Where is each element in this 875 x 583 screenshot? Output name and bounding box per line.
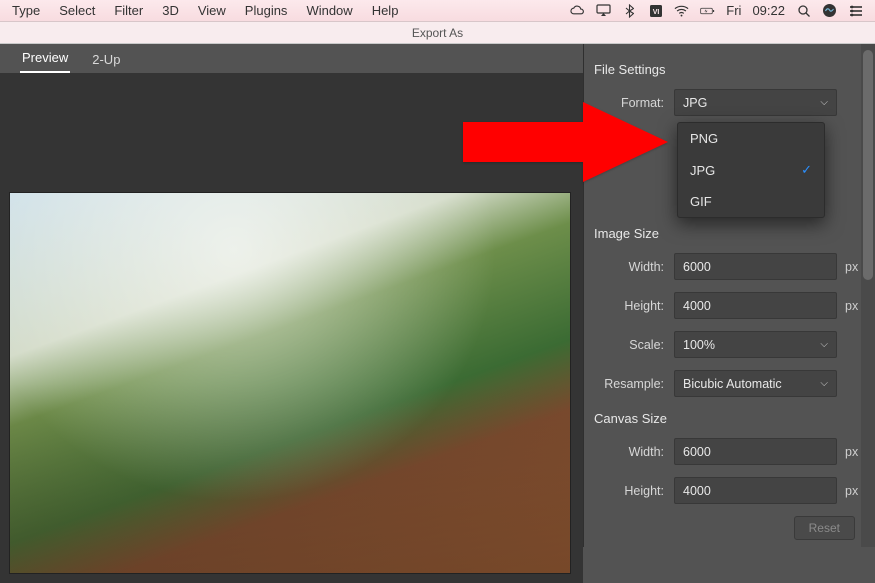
scrollbar-thumb[interactable] bbox=[863, 50, 873, 280]
macos-menubar: Type Select Filter 3D View Plugins Windo… bbox=[0, 0, 875, 22]
chevron-down-icon: ⌵ bbox=[820, 339, 828, 350]
canvas-height-unit: px bbox=[837, 484, 861, 498]
format-value: JPG bbox=[683, 96, 707, 110]
cloud-icon[interactable] bbox=[570, 3, 585, 18]
menu-help[interactable]: Help bbox=[372, 3, 399, 18]
battery-icon[interactable] bbox=[700, 3, 715, 18]
file-settings-header: File Settings bbox=[594, 62, 861, 77]
tab-preview[interactable]: Preview bbox=[20, 44, 70, 73]
height-unit: px bbox=[837, 299, 861, 313]
siri-icon[interactable] bbox=[822, 3, 837, 18]
resample-select[interactable]: Bicubic Automatic ⌵ bbox=[674, 370, 837, 397]
preview-image bbox=[10, 193, 570, 573]
chevron-down-icon: ⌵ bbox=[820, 378, 828, 389]
menu-select[interactable]: Select bbox=[59, 3, 95, 18]
height-label: Height: bbox=[592, 299, 674, 313]
input-source-icon[interactable]: VI bbox=[648, 3, 663, 18]
system-tray: VI Fri 09:22 bbox=[570, 3, 863, 18]
scale-select[interactable]: 100% ⌵ bbox=[674, 331, 837, 358]
format-dropdown: PNG JPG✓ GIF bbox=[677, 122, 825, 218]
clock-time[interactable]: 09:22 bbox=[752, 3, 785, 18]
wifi-icon[interactable] bbox=[674, 3, 689, 18]
format-option-png[interactable]: PNG bbox=[678, 123, 824, 154]
width-unit: px bbox=[837, 260, 861, 274]
clock-day[interactable]: Fri bbox=[726, 3, 741, 18]
tab-2up[interactable]: 2-Up bbox=[90, 46, 122, 73]
chevron-down-icon: ⌵ bbox=[820, 97, 828, 108]
svg-text:VI: VI bbox=[652, 9, 659, 16]
format-select[interactable]: JPG ⌵ bbox=[674, 89, 837, 116]
canvas-height-input[interactable]: 4000 bbox=[674, 477, 837, 504]
menu-window[interactable]: Window bbox=[306, 3, 352, 18]
canvas-width-label: Width: bbox=[592, 445, 674, 459]
width-input[interactable]: 6000 bbox=[674, 253, 837, 280]
window-titlebar: Export As bbox=[0, 22, 875, 44]
app-menus: Type Select Filter 3D View Plugins Windo… bbox=[12, 3, 398, 18]
canvas-size-header: Canvas Size bbox=[594, 411, 861, 426]
preview-tabs: Preview 2-Up bbox=[0, 44, 583, 73]
menu-filter[interactable]: Filter bbox=[114, 3, 143, 18]
canvas-width-unit: px bbox=[837, 445, 861, 459]
format-option-gif[interactable]: GIF bbox=[678, 186, 824, 217]
notifications-icon[interactable] bbox=[848, 3, 863, 18]
resample-label: Resample: bbox=[592, 377, 674, 391]
menu-3d[interactable]: 3D bbox=[162, 3, 179, 18]
height-input[interactable]: 4000 bbox=[674, 292, 837, 319]
width-label: Width: bbox=[592, 260, 674, 274]
spotlight-icon[interactable] bbox=[796, 3, 811, 18]
menu-view[interactable]: View bbox=[198, 3, 226, 18]
canvas-width-input[interactable]: 6000 bbox=[674, 438, 837, 465]
menu-plugins[interactable]: Plugins bbox=[245, 3, 288, 18]
reset-button[interactable]: Reset bbox=[794, 516, 855, 540]
annotation-arrow bbox=[463, 102, 673, 187]
window-title: Export As bbox=[412, 26, 463, 40]
check-icon: ✓ bbox=[801, 162, 812, 178]
format-option-jpg[interactable]: JPG✓ bbox=[678, 154, 824, 186]
canvas-height-label: Height: bbox=[592, 484, 674, 498]
scale-label: Scale: bbox=[592, 338, 674, 352]
bluetooth-icon[interactable] bbox=[622, 3, 637, 18]
vertical-scrollbar[interactable] bbox=[861, 44, 875, 547]
airplay-icon[interactable] bbox=[596, 3, 611, 18]
menu-type[interactable]: Type bbox=[12, 3, 40, 18]
image-size-header: Image Size bbox=[594, 226, 861, 241]
